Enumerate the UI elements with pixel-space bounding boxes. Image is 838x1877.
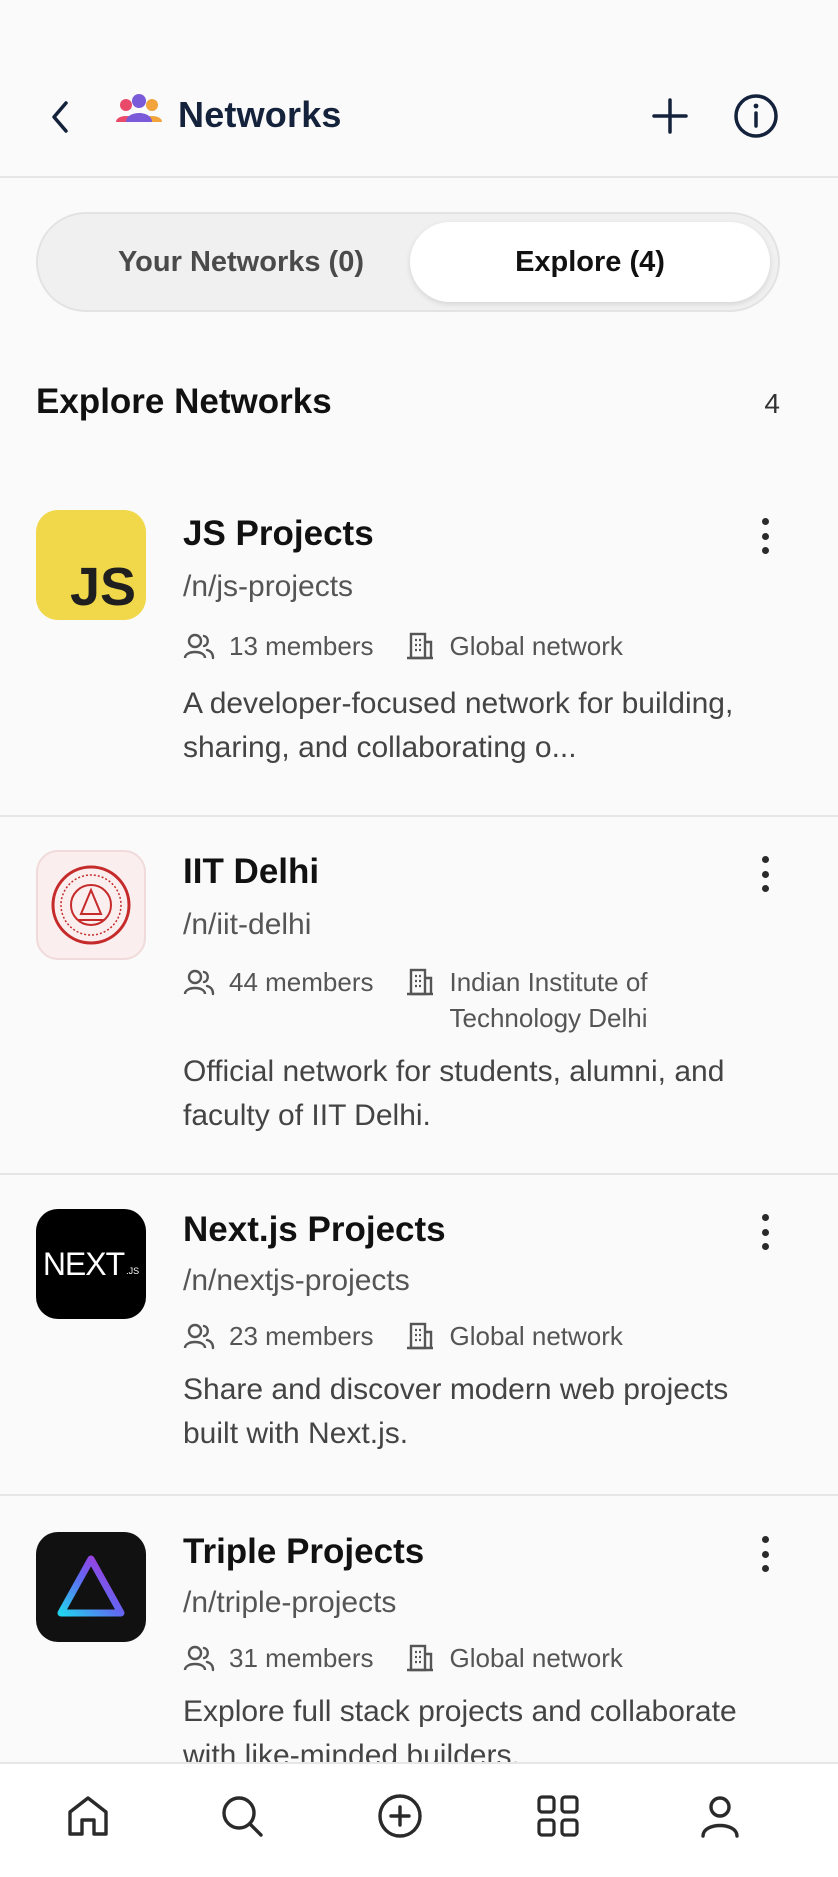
network-meta: 23 members Global network bbox=[183, 1320, 623, 1354]
card-divider bbox=[0, 1494, 838, 1496]
members-icon bbox=[183, 633, 215, 660]
logo-subtext: .JS bbox=[126, 1266, 140, 1276]
network-name[interactable]: Next.js Projects bbox=[183, 1210, 446, 1250]
card-divider bbox=[0, 1173, 838, 1175]
page-title: Networks bbox=[178, 94, 342, 135]
card-divider bbox=[0, 815, 838, 817]
triangle-logo-icon bbox=[57, 1555, 125, 1617]
add-network-button[interactable] bbox=[648, 94, 692, 138]
network-description: A developer-focused network for building… bbox=[183, 687, 734, 764]
network-logo bbox=[36, 850, 146, 960]
more-options-button[interactable] bbox=[750, 514, 780, 558]
tab-explore[interactable]: Explore (4) bbox=[410, 222, 770, 302]
members-icon bbox=[183, 1323, 215, 1350]
search-icon[interactable] bbox=[216, 1790, 268, 1842]
network-logo: JS bbox=[36, 510, 146, 620]
network-logo: NEXT .JS bbox=[36, 1209, 146, 1319]
network-slug: /n/triple-projects bbox=[183, 1586, 397, 1619]
network-scope: Global network bbox=[449, 631, 623, 661]
members-count: 23 members bbox=[229, 1320, 374, 1351]
network-tabs: Your Networks (0) Explore (4) bbox=[36, 212, 780, 312]
back-button[interactable] bbox=[40, 92, 80, 142]
network-logo bbox=[36, 1532, 146, 1642]
network-meta: 31 members Global network bbox=[183, 1642, 623, 1676]
network-meta: 44 members Indian Institute of Technolog… bbox=[183, 966, 680, 1036]
network-scope: Global network bbox=[449, 1643, 623, 1673]
network-name[interactable]: IIT Delhi bbox=[183, 852, 319, 892]
building-icon bbox=[406, 1322, 433, 1350]
network-slug: /n/iit-delhi bbox=[183, 908, 312, 941]
network-description: Share and discover modern web projects b… bbox=[183, 1373, 729, 1450]
profile-icon[interactable] bbox=[694, 1790, 746, 1842]
building-icon bbox=[406, 1644, 433, 1672]
members-count: 31 members bbox=[229, 1642, 374, 1673]
network-slug: /n/js-projects bbox=[183, 570, 354, 603]
top-app-bar: Networks bbox=[0, 0, 838, 178]
network-description: Official network for students, alumni, a… bbox=[183, 1055, 725, 1132]
building-icon bbox=[406, 968, 433, 996]
section-count: 4 bbox=[764, 388, 780, 419]
network-name[interactable]: Triple Projects bbox=[183, 1532, 424, 1572]
more-options-button[interactable] bbox=[750, 852, 780, 896]
network-slug: /n/nextjs-projects bbox=[183, 1264, 410, 1297]
more-options-button[interactable] bbox=[750, 1532, 780, 1576]
members-icon bbox=[183, 969, 215, 996]
network-scope: Indian Institute of Technology Delhi bbox=[449, 967, 648, 1033]
chevron-left-icon bbox=[52, 101, 68, 133]
building-icon bbox=[406, 632, 433, 660]
logo-text: JS bbox=[69, 557, 136, 617]
members-count: 13 members bbox=[229, 630, 374, 661]
members-icon bbox=[183, 1645, 215, 1672]
info-icon[interactable] bbox=[732, 92, 780, 140]
section-title: Explore Networks bbox=[36, 382, 332, 421]
members-count: 44 members bbox=[229, 966, 374, 997]
create-icon[interactable] bbox=[374, 1790, 426, 1842]
logo-text: NEXT bbox=[42, 1245, 125, 1282]
home-icon[interactable] bbox=[62, 1790, 114, 1842]
tab-your-networks[interactable]: Your Networks (0) bbox=[46, 222, 436, 302]
network-name[interactable]: JS Projects bbox=[183, 514, 374, 554]
more-options-button[interactable] bbox=[750, 1210, 780, 1254]
apps-grid-icon[interactable] bbox=[532, 1790, 584, 1842]
people-group-icon bbox=[116, 94, 162, 122]
iit-seal-icon bbox=[51, 865, 131, 945]
network-scope: Global network bbox=[449, 1321, 623, 1351]
bottom-navigation bbox=[0, 1762, 838, 1877]
network-meta: 13 members Global network bbox=[183, 630, 623, 664]
